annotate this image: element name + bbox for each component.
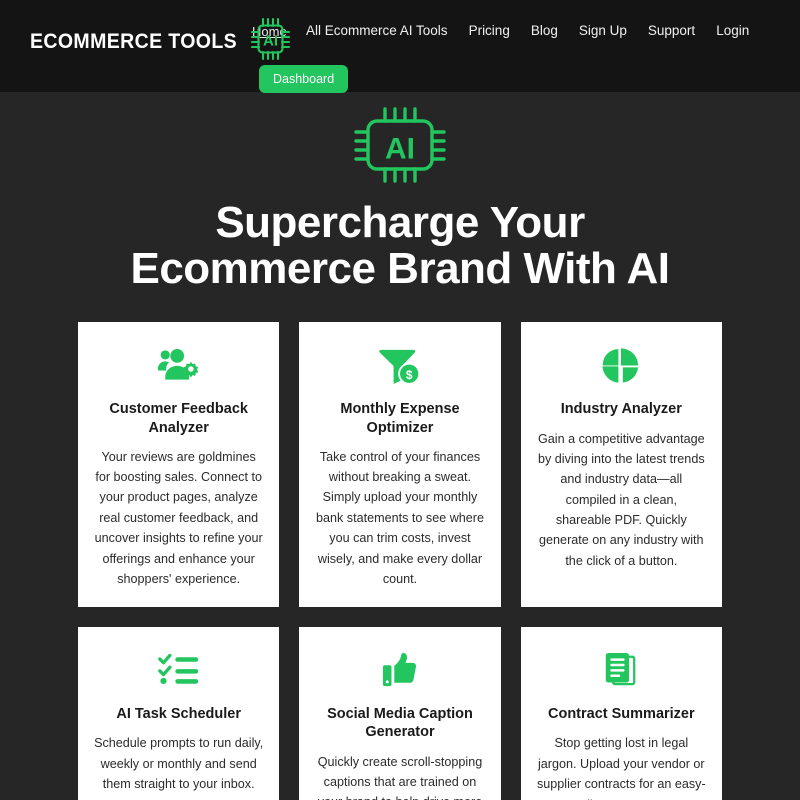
- tool-card-grid: Customer Feedback Analyzer Your reviews …: [0, 322, 800, 800]
- tool-card[interactable]: Contract Summarizer Stop getting lost in…: [520, 627, 722, 800]
- thumbs-up-icon: [315, 649, 484, 691]
- brand-wordmark[interactable]: ECOMMERCE TOOLS: [30, 30, 237, 54]
- hero-title-line-1: Supercharge Your: [215, 198, 585, 247]
- tool-card-title: AI Task Scheduler: [116, 706, 241, 723]
- users-cog-icon-svg: [157, 349, 198, 381]
- tool-card-title: Social Media Caption Generator: [327, 706, 473, 741]
- tool-card-description: Schedule prompts to run daily, weekly or…: [94, 736, 264, 800]
- tool-card-title: Customer Feedback Analyzer: [109, 401, 248, 436]
- nav-link-sign-up[interactable]: Sign Up: [579, 23, 627, 38]
- tool-card[interactable]: Social Media Caption Generator Quickly c…: [299, 627, 501, 800]
- primary-nav: All Ecommerce AI Tools Pricing Blog Sign…: [306, 23, 749, 38]
- checklist-icon-svg: [157, 654, 198, 685]
- thumbs-up-icon-svg: [382, 653, 417, 687]
- dashboard-button[interactable]: Dashboard: [259, 65, 349, 93]
- ai-chip-label: AI: [263, 33, 278, 50]
- site-header: ECOMMERCE TOOLS Home AI All Ecommerce AI…: [0, 0, 800, 93]
- ai-chip-icon-svg: AI: [250, 17, 291, 61]
- nav-link-login[interactable]: Login: [716, 23, 749, 38]
- tool-card[interactable]: Industry Analyzer Gain a competitive adv…: [520, 322, 722, 608]
- tool-card-title: Contract Summarizer: [547, 706, 695, 723]
- hero-title-line-2: Ecommerce Brand With AI: [130, 244, 670, 294]
- tool-card-description: Quickly create scroll-stopping captions …: [317, 754, 483, 800]
- hero-ai-chip-icon: AI: [352, 106, 448, 184]
- nav-link-pricing[interactable]: Pricing: [469, 23, 510, 38]
- tool-card[interactable]: $ Monthly Expense Optimizer Take control…: [299, 322, 501, 608]
- documents-icon-svg: [606, 653, 636, 686]
- hero-section: AI Supercharge Your Ecommerce Brand With…: [0, 92, 800, 292]
- hero-ai-chip-label: AI: [385, 133, 415, 166]
- tool-card[interactable]: Customer Feedback Analyzer Your reviews …: [78, 322, 280, 608]
- page-title: Supercharge Your Ecommerce Brand With AI: [0, 198, 800, 294]
- checklist-icon: [94, 649, 263, 691]
- tool-card[interactable]: AI Task Scheduler Schedule prompts to ru…: [78, 627, 280, 800]
- tool-card-title: Industry Analyzer: [560, 401, 682, 418]
- funnel-dollar-icon: $: [315, 344, 484, 386]
- tool-card-description: Stop getting lost in legal jargon. Uploa…: [536, 736, 706, 800]
- pie-chart-icon-svg: [602, 348, 639, 383]
- ai-chip-icon[interactable]: AI: [249, 15, 295, 63]
- nav-link-blog[interactable]: Blog: [531, 23, 558, 38]
- users-cog-icon: [94, 344, 263, 386]
- tool-card-description: Your reviews are goldmines for boosting …: [94, 449, 263, 586]
- tool-card-description: Gain a competitive advantage by diving i…: [538, 431, 705, 568]
- nav-link-support[interactable]: Support: [648, 23, 695, 38]
- documents-icon: [537, 649, 706, 691]
- nav-link-all-ecommerce-ai-tools[interactable]: All Ecommerce AI Tools: [306, 23, 448, 38]
- tool-card-title: Monthly Expense Optimizer: [340, 401, 460, 436]
- hero-ai-chip-icon-svg: AI: [354, 107, 446, 183]
- funnel-dollar-icon-svg: $: [379, 349, 421, 385]
- pie-chart-icon: [537, 344, 706, 386]
- tool-card-description: Take control of your finances without br…: [315, 449, 484, 586]
- svg-text:$: $: [406, 368, 413, 382]
